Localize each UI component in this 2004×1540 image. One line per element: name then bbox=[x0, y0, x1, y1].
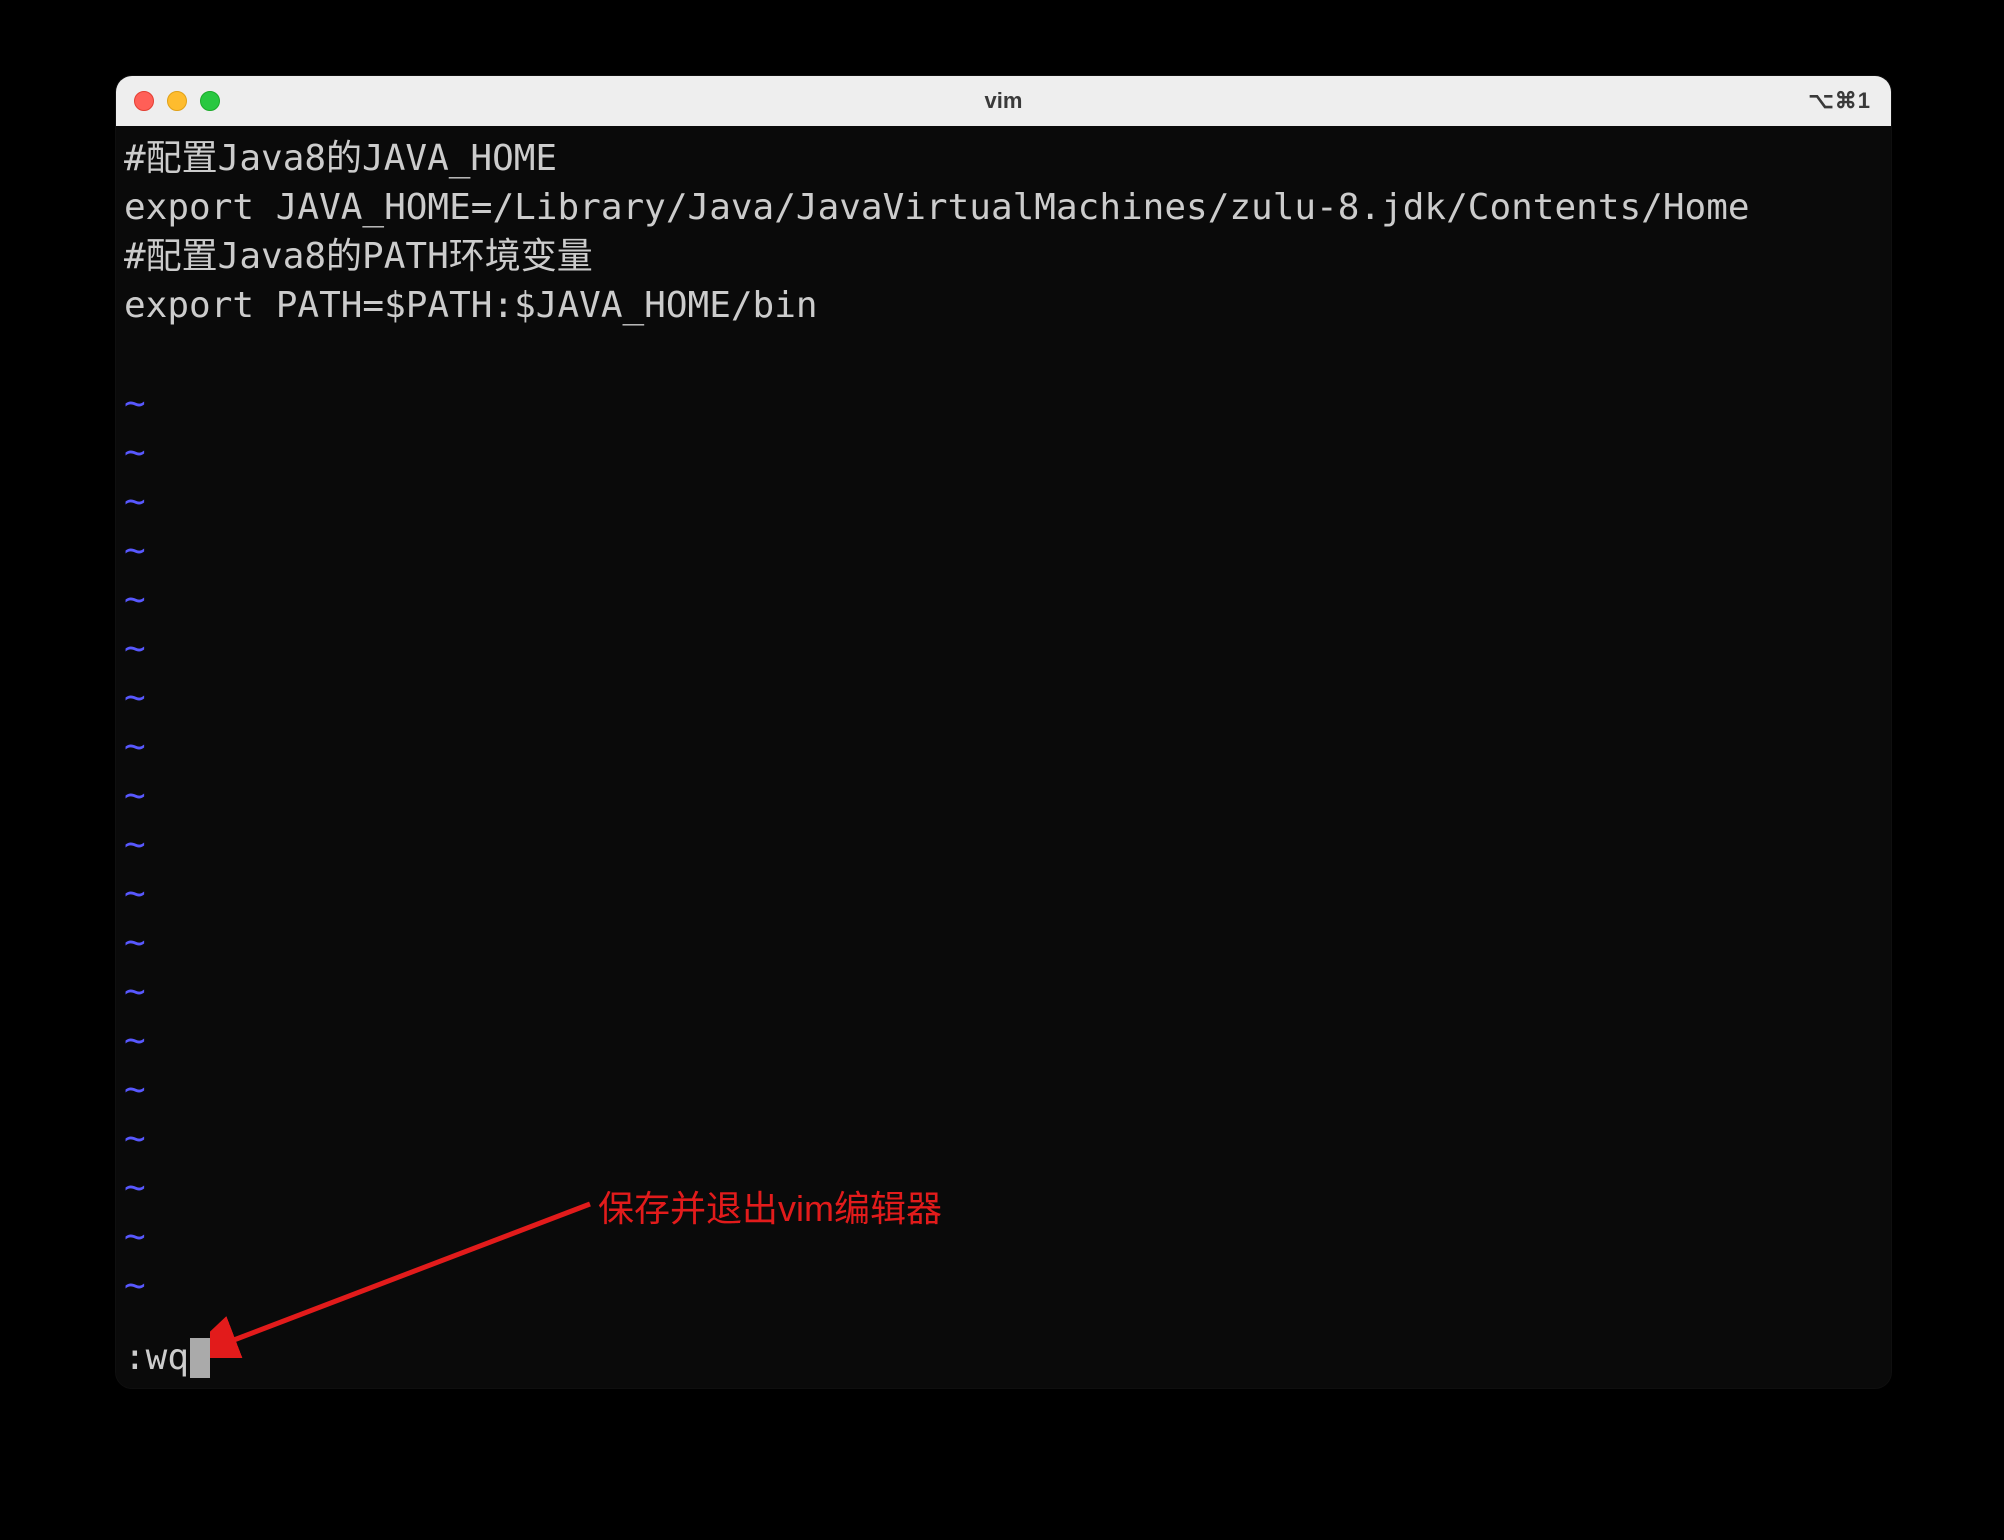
file-line: export PATH=$PATH:$JAVA_HOME/bin bbox=[124, 281, 1883, 330]
title-bar: vim ⌥⌘1 bbox=[116, 76, 1891, 126]
tilde-line: ~ bbox=[124, 1212, 1883, 1261]
file-line: #配置Java8的JAVA_HOME bbox=[124, 134, 1883, 183]
terminal-window: vim ⌥⌘1 #配置Java8的JAVA_HOME export JAVA_H… bbox=[116, 76, 1891, 1388]
tilde-line: ~ bbox=[124, 575, 1883, 624]
tilde-line: ~ bbox=[124, 477, 1883, 526]
file-line: #配置Java8的PATH环境变量 bbox=[124, 232, 1883, 281]
blank-line bbox=[124, 330, 1883, 379]
terminal-body[interactable]: #配置Java8的JAVA_HOME export JAVA_HOME=/Lib… bbox=[116, 126, 1891, 1388]
tilde-line: ~ bbox=[124, 918, 1883, 967]
tilde-line: ~ bbox=[124, 967, 1883, 1016]
tilde-line: ~ bbox=[124, 379, 1883, 428]
command-text: :wq bbox=[124, 1333, 189, 1382]
close-button[interactable] bbox=[134, 91, 154, 111]
tilde-line: ~ bbox=[124, 1163, 1883, 1212]
tilde-line: ~ bbox=[124, 624, 1883, 673]
cursor bbox=[190, 1338, 210, 1378]
tilde-line: ~ bbox=[124, 1065, 1883, 1114]
minimize-button[interactable] bbox=[167, 91, 187, 111]
tilde-line: ~ bbox=[124, 1016, 1883, 1065]
tilde-line: ~ bbox=[124, 1261, 1883, 1310]
tilde-line: ~ bbox=[124, 526, 1883, 575]
tilde-line: ~ bbox=[124, 1114, 1883, 1163]
empty-buffer-area: ~ ~ ~ ~ ~ ~ ~ ~ ~ ~ ~ ~ ~ ~ ~ ~ ~ ~ ~ bbox=[124, 379, 1883, 1333]
file-line: export JAVA_HOME=/Library/Java/JavaVirtu… bbox=[124, 183, 1883, 232]
tilde-line: ~ bbox=[124, 722, 1883, 771]
tilde-line: ~ bbox=[124, 820, 1883, 869]
tilde-line: ~ bbox=[124, 428, 1883, 477]
maximize-button[interactable] bbox=[200, 91, 220, 111]
window-shortcut: ⌥⌘1 bbox=[1808, 88, 1871, 114]
traffic-lights bbox=[134, 91, 220, 111]
vim-command-line[interactable]: :wq bbox=[124, 1333, 1883, 1388]
tilde-line: ~ bbox=[124, 771, 1883, 820]
window-title: vim bbox=[985, 88, 1023, 114]
tilde-line: ~ bbox=[124, 869, 1883, 918]
tilde-line: ~ bbox=[124, 673, 1883, 722]
